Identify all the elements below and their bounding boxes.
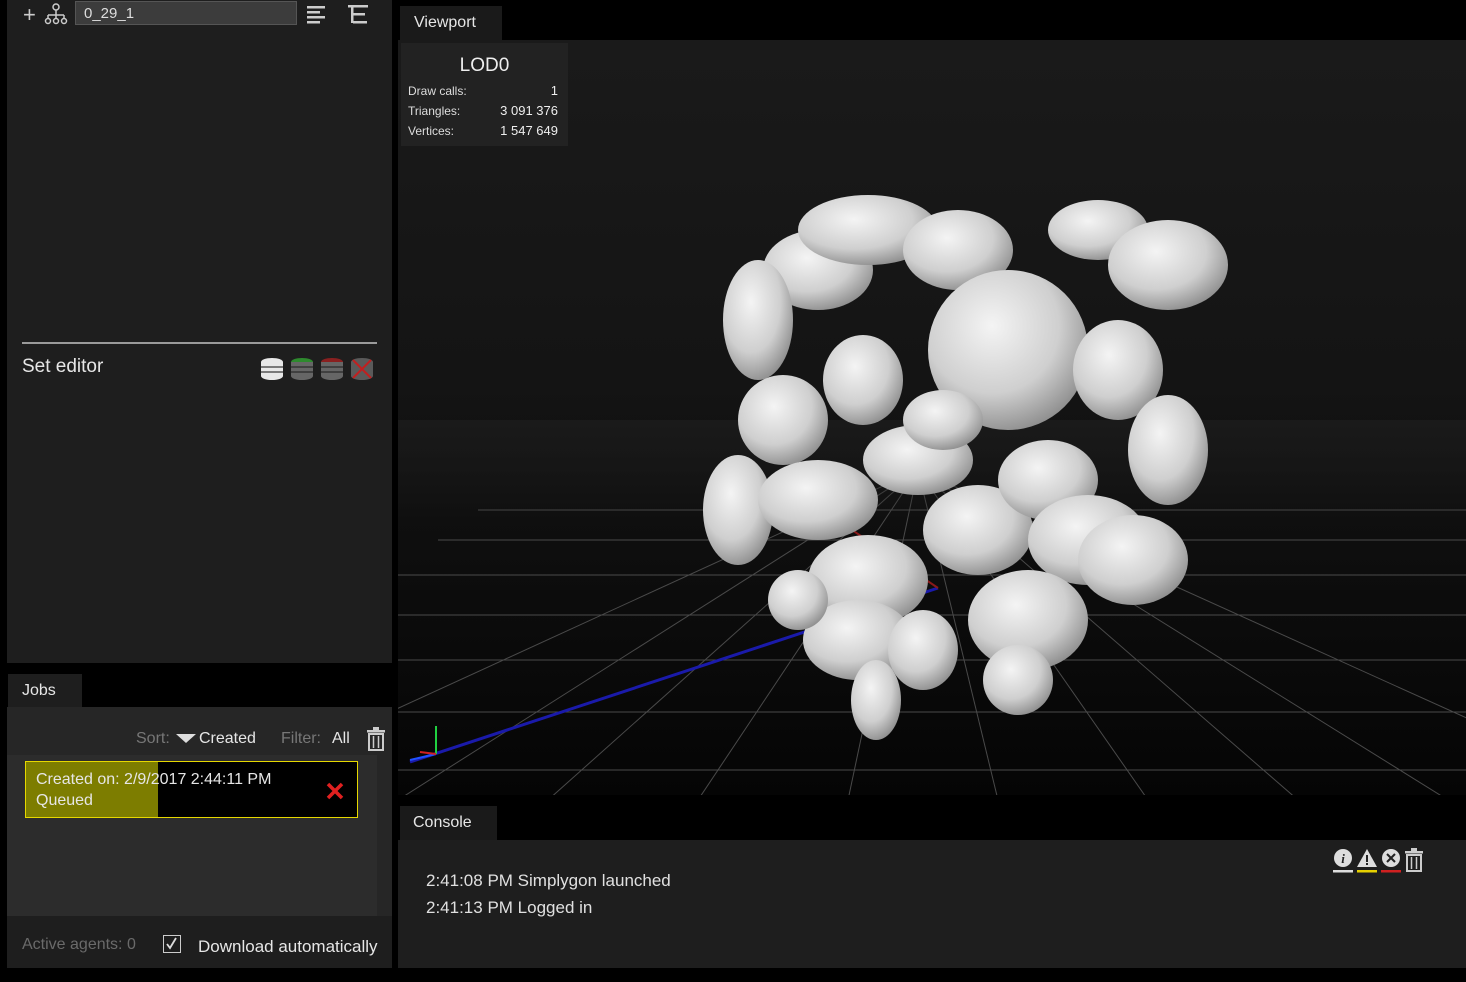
chevron-down-icon[interactable] <box>176 734 196 744</box>
console-line: 2:41:08 PM Simplygon launched <box>426 871 671 890</box>
stat-value: 1 <box>550 83 558 98</box>
active-agents: Active agents: 0 <box>22 936 136 953</box>
filter-label: Filter: <box>281 730 321 747</box>
warning-icon[interactable] <box>1357 849 1377 873</box>
axis-gizmo <box>409 726 437 761</box>
sort-value[interactable]: Created <box>199 730 256 748</box>
separator <box>22 342 377 344</box>
stat-label: Vertices: <box>408 124 455 138</box>
trash-icon[interactable] <box>366 727 386 751</box>
svg-text:i: i <box>1341 851 1345 866</box>
database-delete-icon[interactable] <box>351 358 373 380</box>
tree-view-icon[interactable] <box>347 3 371 27</box>
sort-label: Sort: <box>136 730 170 747</box>
cancel-job-icon[interactable] <box>325 781 345 801</box>
download-checkbox[interactable] <box>163 935 181 953</box>
filter-value[interactable]: All <box>332 730 350 748</box>
error-icon[interactable] <box>1381 849 1401 873</box>
viewport-3d[interactable] <box>398 40 1466 795</box>
database-icon[interactable] <box>261 358 283 380</box>
set-editor-toolbar <box>261 358 373 380</box>
console-line: 2:41:13 PM Logged in <box>426 898 593 917</box>
stat-label: Draw calls: <box>408 84 467 98</box>
add-icon[interactable]: + <box>23 2 36 28</box>
lod-title: LOD0 <box>459 55 510 76</box>
job-status: Queued <box>36 792 93 809</box>
download-label[interactable]: Download automatically <box>198 937 378 957</box>
job-created: Created on: 2/9/2017 2:44:11 PM <box>36 771 272 788</box>
database-add-icon[interactable] <box>291 358 313 380</box>
set-editor-title: Set editor <box>22 356 104 377</box>
viewport-scene <box>398 195 1466 795</box>
tab-viewport[interactable]: Viewport <box>400 6 502 40</box>
stat-value: 3 091 376 <box>500 103 558 118</box>
info-icon[interactable]: i <box>1333 849 1353 873</box>
scene-name-field[interactable]: 0_29_1 <box>75 1 297 25</box>
stat-label: Triangles: <box>408 104 461 118</box>
clear-console-icon[interactable] <box>1405 848 1423 872</box>
lod-stats-panel: LOD0 Draw calls: 1 Triangles: 3 091 376 … <box>401 43 568 146</box>
checkmark-icon <box>166 937 177 950</box>
stat-value: 1 547 649 <box>500 123 558 138</box>
console-panel: 2:41:08 PM Simplygon launched 2:41:13 PM… <box>398 840 1466 968</box>
job-card[interactable]: Created on: 2/9/2017 2:44:11 PM Queued <box>25 761 358 818</box>
hierarchy-icon[interactable] <box>44 3 68 25</box>
tab-console[interactable]: Console <box>400 806 497 840</box>
console-toolbar: i <box>1333 848 1423 873</box>
database-remove-icon[interactable] <box>321 358 343 380</box>
tab-jobs[interactable]: Jobs <box>8 674 82 707</box>
align-left-icon[interactable] <box>306 4 328 26</box>
panel-divider[interactable] <box>392 0 397 982</box>
